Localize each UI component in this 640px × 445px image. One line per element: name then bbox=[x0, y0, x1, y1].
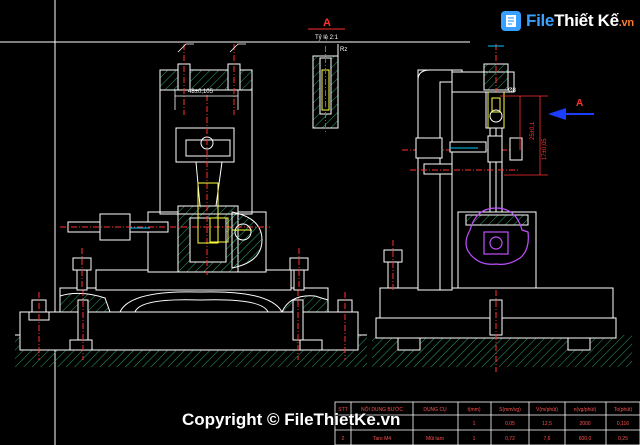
table-cell: S(mm/vg) bbox=[499, 407, 521, 413]
table-cell: 600,0 bbox=[579, 436, 592, 442]
copyright-watermark: Copyright © FileThietKe.vn bbox=[182, 410, 401, 429]
logo-text: FileThiết Kế.vn bbox=[526, 11, 634, 31]
table-cell: DỤNG CỤ bbox=[423, 407, 447, 413]
dim-right-vertical: 25±0,1 bbox=[530, 121, 536, 140]
table-cell: 0,25 bbox=[618, 436, 628, 442]
table-cell: 0,72 bbox=[505, 436, 515, 442]
table-cell: Taro M4 bbox=[373, 436, 391, 442]
view-a-arrow-label: A bbox=[576, 98, 583, 109]
logo-text-vn: .vn bbox=[618, 17, 634, 29]
table-cell: V(m/phút) bbox=[536, 407, 558, 413]
cad-drawing-canvas[interactable]: A Tỷ lệ 2:1 Rz 48±0,105 Ø8 25±0,1 17±0,0… bbox=[0, 0, 640, 445]
table-cell: Mũi taro bbox=[426, 436, 444, 442]
table-cell: 2 bbox=[342, 436, 345, 442]
table-cell: n(vg/phút) bbox=[574, 407, 597, 413]
table-cell: 12,5 bbox=[542, 421, 552, 427]
table-cell: 1 bbox=[473, 436, 476, 442]
table-cell: 1 bbox=[473, 421, 476, 427]
table-cell: 0,05 bbox=[505, 421, 515, 427]
site-logo[interactable]: FileThiết Kế.vn bbox=[500, 10, 634, 32]
dimension-width-label: 48±0,105 bbox=[188, 89, 214, 95]
side-dimensions bbox=[500, 95, 548, 176]
dim-right-vertical2: 17±0,05 bbox=[542, 138, 548, 160]
logo-text-thietke: Thiết Kế bbox=[554, 11, 619, 30]
table-cell: 0,116 bbox=[617, 421, 629, 427]
table-cell: To(phút) bbox=[614, 407, 633, 413]
table-cell: 7,6 bbox=[544, 436, 551, 442]
svg-text:Rz: Rz bbox=[340, 47, 347, 53]
table-cell: 2000 bbox=[579, 421, 590, 427]
logo-icon bbox=[501, 11, 521, 31]
detail-view-a[interactable]: Rz bbox=[312, 44, 347, 132]
dim-right-small: Ø8 bbox=[508, 88, 517, 94]
scale-label: Tỷ lệ 2:1 bbox=[315, 34, 339, 41]
table-cell: t(mm) bbox=[467, 407, 480, 413]
logo-text-file: File bbox=[526, 11, 555, 30]
view-a-label: A bbox=[323, 17, 331, 29]
view-a-arrow[interactable] bbox=[548, 108, 594, 120]
